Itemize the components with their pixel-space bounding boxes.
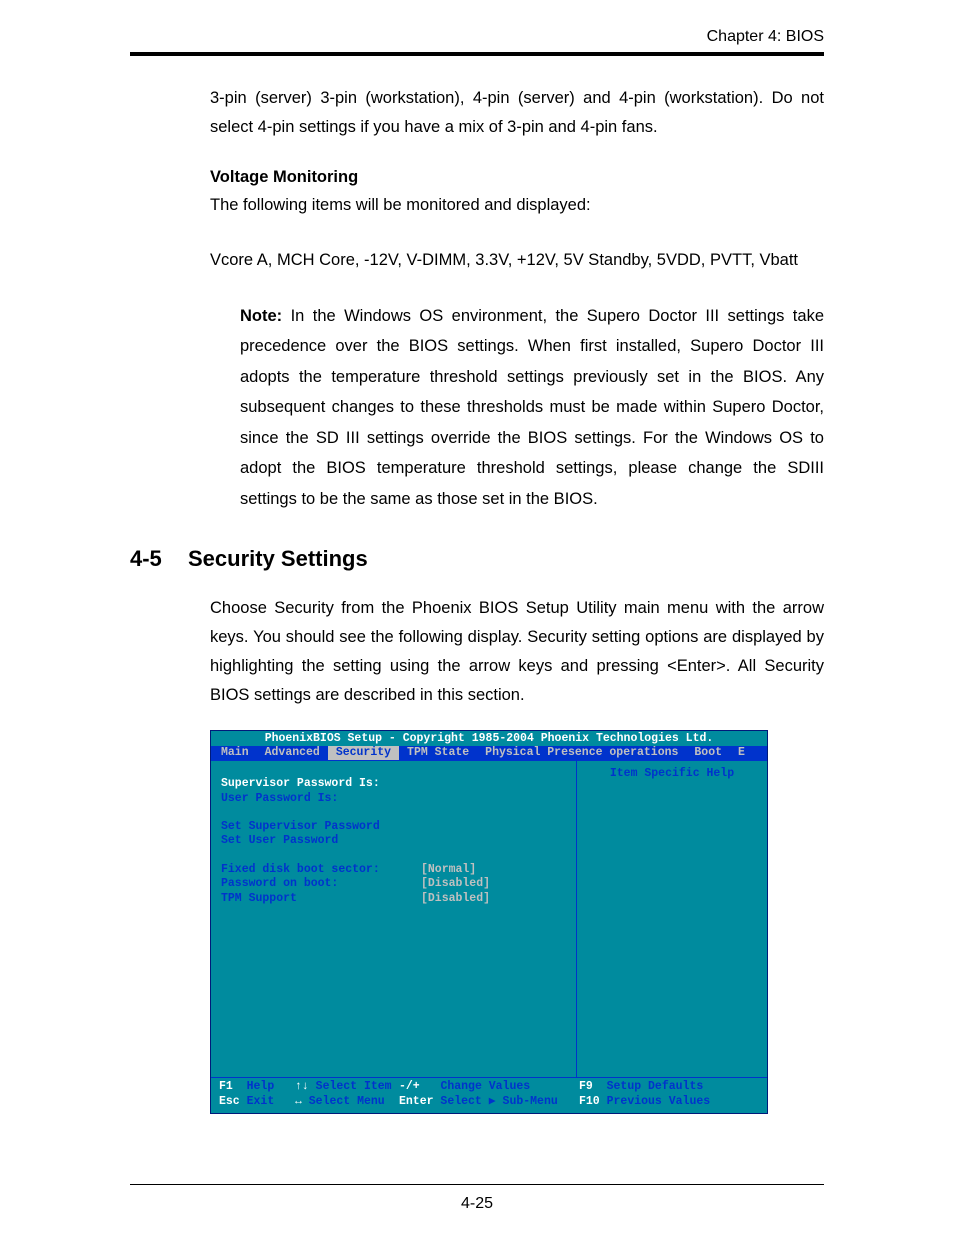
- bios-value: [Normal]: [421, 863, 476, 877]
- bios-screenshot: PhoenixBIOS Setup - Copyright 1985-2004 …: [210, 730, 768, 1115]
- note-body: In the Windows OS environment, the Super…: [240, 307, 824, 508]
- bios-menu-main[interactable]: Main: [213, 746, 257, 760]
- bios-row-password-on-boot[interactable]: Password on boot: [Disabled]: [221, 877, 566, 891]
- key-esc: Esc: [219, 1095, 240, 1108]
- bios-label: TPM Support: [221, 892, 421, 906]
- hint-change-values: Change Values: [440, 1080, 530, 1093]
- bios-menu-physical-presence[interactable]: Physical Presence operations: [477, 746, 686, 760]
- bios-value: [Disabled]: [421, 877, 490, 891]
- bios-menu-security[interactable]: Security: [328, 746, 399, 760]
- bios-menu-tpm-state[interactable]: TPM State: [399, 746, 477, 760]
- hint-help: Help: [247, 1080, 275, 1093]
- key-f1: F1: [219, 1080, 233, 1093]
- section-heading-security: 4-5Security Settings: [130, 546, 824, 572]
- paragraph-fan-settings: 3-pin (server) 3-pin (workstation), 4-pi…: [210, 84, 824, 142]
- bios-footer: F1 Help ↑↓ Select Item -/+ Change Values…: [211, 1078, 767, 1113]
- hint-previous-values: Previous Values: [607, 1095, 711, 1108]
- header-rule: [130, 52, 824, 56]
- bios-item-user-password-is[interactable]: User Password Is:: [221, 792, 566, 806]
- bios-title-bar: PhoenixBIOS Setup - Copyright 1985-2004 …: [211, 731, 767, 746]
- page-number: 4-25: [130, 1195, 824, 1213]
- bios-body: Supervisor Password Is: User Password Is…: [211, 760, 767, 1078]
- hint-select-item: Select Item: [316, 1080, 392, 1093]
- bios-item-supervisor-password-is[interactable]: Supervisor Password Is:: [221, 777, 566, 791]
- section-title-text: Security Settings: [188, 546, 368, 571]
- key-updown: ↑↓: [295, 1080, 309, 1093]
- hint-setup-defaults: Setup Defaults: [607, 1080, 704, 1093]
- heading-voltage-monitoring: Voltage Monitoring: [210, 168, 824, 187]
- hint-submenu: Select ▶ Sub-Menu: [440, 1095, 557, 1108]
- note-label: Note:: [240, 307, 282, 325]
- bios-label: Fixed disk boot sector:: [221, 863, 421, 877]
- paragraph-security-intro: Choose Security from the Phoenix BIOS Se…: [210, 594, 824, 710]
- bios-help-title: Item Specific Help: [585, 767, 759, 781]
- hint-exit: Exit: [247, 1095, 275, 1108]
- key-leftright: ↔: [295, 1095, 302, 1108]
- key-f10: F10: [579, 1095, 600, 1108]
- bios-menu-bar: Main Advanced Security TPM State Physica…: [211, 746, 767, 760]
- bios-menu-advanced[interactable]: Advanced: [257, 746, 328, 760]
- bios-item-set-user-password[interactable]: Set User Password: [221, 834, 566, 848]
- key-plusminus: -/+: [399, 1080, 420, 1093]
- paragraph-voltage-items: Vcore A, MCH Core, -12V, V-DIMM, 3.3V, +…: [210, 246, 824, 275]
- paragraph-voltage-intro: The following items will be monitored an…: [210, 191, 824, 220]
- bios-value: [Disabled]: [421, 892, 490, 906]
- key-enter: Enter: [399, 1095, 434, 1108]
- chapter-header: Chapter 4: BIOS: [130, 28, 824, 46]
- key-f9: F9: [579, 1080, 593, 1093]
- section-number: 4-5: [130, 546, 188, 572]
- bios-help-pane: Item Specific Help: [577, 761, 767, 1077]
- bios-menu-boot[interactable]: Boot: [686, 746, 730, 760]
- bios-menu-overflow: E: [730, 746, 753, 760]
- bios-label: Password on boot:: [221, 877, 421, 891]
- note-block: Note: In the Windows OS environment, the…: [240, 301, 824, 515]
- bios-row-fixed-disk[interactable]: Fixed disk boot sector: [Normal]: [221, 863, 566, 877]
- bios-left-pane: Supervisor Password Is: User Password Is…: [211, 761, 577, 1077]
- footer-rule: [130, 1184, 824, 1185]
- hint-select-menu: Select Menu: [309, 1095, 385, 1108]
- bios-item-set-supervisor-password[interactable]: Set Supervisor Password: [221, 820, 566, 834]
- bios-row-tpm-support[interactable]: TPM Support [Disabled]: [221, 892, 566, 906]
